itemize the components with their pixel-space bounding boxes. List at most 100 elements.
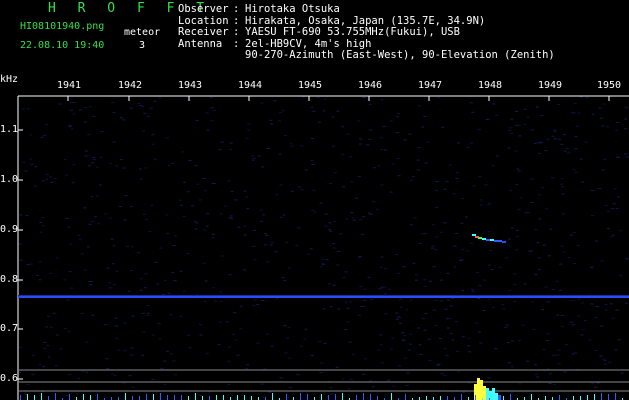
noise-speck: [262, 214, 266, 216]
noise-speck: [467, 345, 471, 347]
noise-speck: [590, 189, 594, 191]
noise-speck: [466, 147, 470, 148]
noise-speck: [26, 264, 30, 265]
noise-speck: [58, 103, 62, 105]
noise-speck: [85, 371, 89, 373]
noise-speck: [253, 299, 257, 301]
noise-speck: [424, 162, 428, 164]
noise-speck: [398, 316, 402, 318]
noise-speck: [324, 213, 328, 215]
noise-speck: [322, 263, 326, 265]
noise-speck: [594, 386, 598, 388]
noise-speck: [556, 354, 560, 356]
noise-speck: [205, 352, 209, 354]
noise-speck: [311, 164, 315, 165]
noise-speck: [624, 302, 628, 304]
noise-speck: [245, 196, 249, 198]
x-tick-label: 1948: [478, 80, 503, 91]
noise-speck: [435, 207, 438, 208]
noise-speck: [78, 238, 82, 240]
noise-spike: [391, 393, 392, 400]
noise-speck: [449, 333, 453, 335]
noise-speck: [423, 329, 427, 331]
x-tick-label: 1949: [538, 80, 563, 91]
x-tick-label: 1941: [57, 80, 82, 91]
noise-speck: [278, 153, 282, 155]
noise-speck: [534, 274, 538, 275]
noise-speck: [487, 264, 491, 266]
noise-speck: [246, 364, 250, 366]
noise-speck: [558, 138, 562, 140]
noise-speck: [470, 242, 474, 244]
noise-speck: [234, 199, 238, 201]
noise-speck: [70, 128, 74, 130]
noise-speck: [333, 172, 337, 173]
noise-speck: [178, 199, 182, 201]
noise-speck: [228, 217, 232, 219]
noise-spike: [272, 393, 273, 400]
noise-spike: [587, 395, 588, 400]
noise-speck: [300, 188, 304, 190]
noise-speck: [158, 97, 162, 99]
meteor-burst: [483, 386, 486, 400]
noise-speck: [29, 134, 33, 136]
noise-speck: [574, 136, 578, 138]
noise-speck: [198, 199, 202, 201]
noise-speck: [114, 317, 118, 319]
noise-spike: [139, 396, 140, 400]
noise-speck: [151, 378, 155, 380]
noise-speck: [598, 107, 602, 109]
noise-speck: [389, 191, 393, 193]
noise-speck: [312, 189, 316, 191]
noise-speck: [142, 130, 145, 132]
noise-speck: [26, 108, 30, 110]
noise-speck: [536, 376, 540, 378]
noise-speck: [345, 218, 349, 220]
noise-speck: [89, 284, 93, 285]
noise-speck: [519, 197, 523, 199]
noise-speck: [122, 119, 125, 121]
noise-spike: [188, 396, 189, 400]
noise-speck: [281, 110, 285, 112]
noise-speck: [279, 216, 283, 218]
noise-speck: [575, 125, 579, 127]
noise-speck: [243, 234, 247, 236]
noise-speck: [594, 240, 598, 242]
station-info: Observer: Hirotaka Otsuka Location: Hiraka…: [178, 3, 555, 62]
noise-speck: [498, 266, 502, 268]
noise-speck: [193, 220, 197, 222]
noise-speck: [476, 272, 480, 273]
noise-speck: [253, 229, 257, 231]
noise-speck: [534, 364, 537, 366]
noise-speck: [79, 109, 82, 111]
noise-speck: [87, 246, 90, 248]
noise-speck: [449, 318, 453, 320]
noise-speck: [33, 185, 37, 187]
noise-speck: [34, 166, 38, 168]
noise-speck: [253, 259, 257, 261]
noise-speck: [513, 273, 517, 275]
noise-speck: [232, 334, 235, 336]
noise-speck: [455, 233, 459, 234]
noise-speck: [296, 374, 300, 376]
meteor-echo: [472, 234, 476, 236]
noise-speck: [384, 268, 388, 270]
noise-spike: [97, 394, 98, 400]
noise-speck: [43, 134, 46, 136]
noise-speck: [445, 355, 449, 357]
noise-speck: [371, 386, 375, 388]
noise-speck: [417, 147, 421, 149]
noise-speck: [567, 257, 571, 259]
noise-speck: [530, 202, 534, 203]
noise-speck: [506, 342, 510, 344]
noise-speck: [362, 299, 366, 301]
noise-speck: [443, 222, 447, 224]
noise-speck: [80, 253, 84, 255]
noise-speck: [444, 308, 448, 310]
noise-speck: [360, 306, 364, 307]
noise-speck: [165, 214, 169, 216]
noise-speck: [260, 383, 264, 385]
noise-speck: [359, 143, 362, 145]
noise-speck: [141, 354, 145, 356]
noise-speck: [337, 251, 341, 252]
